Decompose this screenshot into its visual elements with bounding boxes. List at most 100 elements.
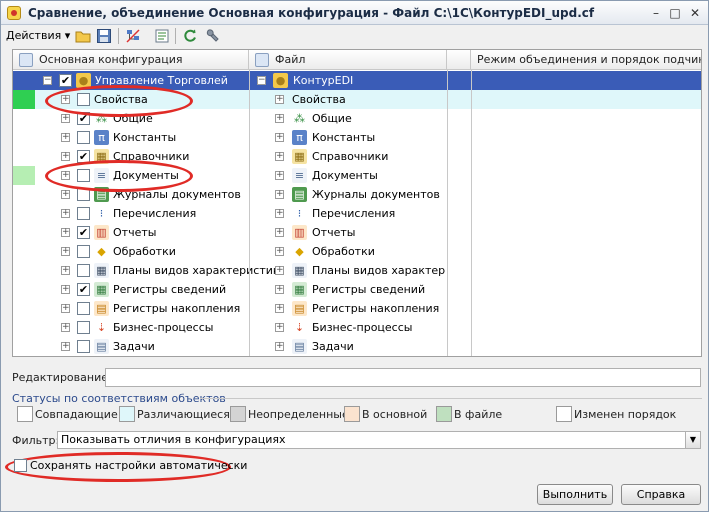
statuses-group-divider [200,398,702,399]
expand-icon[interactable]: + [275,247,284,256]
expand-icon[interactable]: + [275,285,284,294]
column-header-merge-mode[interactable]: Режим объединения и порядок подчиненн... [471,50,701,70]
expand-icon[interactable]: + [275,323,284,332]
row-checkbox[interactable] [77,264,90,277]
file-item-label: КонтурEDI [293,74,354,87]
save-settings-checkbox[interactable] [14,459,27,472]
column-divider [447,70,448,356]
filter-select[interactable]: Показывать отличия в конфигурациях ▼ [57,431,701,449]
main-config-item-label: Планы видов характеристик [113,264,280,277]
expand-icon[interactable]: + [275,266,284,275]
expand-icon[interactable]: + [275,171,284,180]
tree-row[interactable]: + ▤ Задачи + ▤ Задачи [13,337,701,356]
expand-icon[interactable]: + [61,342,70,351]
expand-icon[interactable]: + [61,95,70,104]
comparison-tree[interactable]: Основная конфигурация Файл Режим объедин… [12,49,702,357]
tree-row[interactable]: + ✔ ▦ Справочники + ▦ Справочники [13,147,701,166]
minimize-button[interactable]: – [647,5,665,21]
row-checkbox[interactable] [77,131,90,144]
file-item-label: Документы [312,169,378,182]
expand-icon[interactable]: + [275,133,284,142]
help-button[interactable]: Справка [621,484,701,505]
expand-icon[interactable]: + [61,285,70,294]
execute-button[interactable]: Выполнить [537,484,613,505]
statuses-group-title: Статусы по соответствиям объектов [12,392,226,405]
expand-icon[interactable]: + [61,247,70,256]
data-processors-icon: ◆ [97,245,106,258]
refresh-icon[interactable] [182,28,198,44]
row-checkbox[interactable] [77,207,90,220]
row-checkbox[interactable]: ✔ [77,283,90,296]
maximize-button[interactable]: □ [666,5,684,21]
expand-icon[interactable]: + [61,266,70,275]
expand-icon[interactable]: + [61,228,70,237]
tree-row[interactable]: + ◆ Обработки + ◆ Обработки [13,242,701,261]
tree-row[interactable]: + ✔ ▥ Отчеты + ▥ Отчеты [13,223,701,242]
expand-icon[interactable]: + [61,171,70,180]
tree-row[interactable]: + ≡ Документы + ≡ Документы [13,166,701,185]
expand-icon[interactable]: + [61,323,70,332]
compare-tree-icon[interactable] [125,28,141,44]
expand-icon[interactable]: + [275,95,284,104]
collapse-icon[interactable]: − [43,76,52,85]
row-checkbox[interactable]: ✔ [77,112,90,125]
status-label: Изменен порядок [574,408,677,421]
expand-icon[interactable]: + [275,190,284,199]
row-checkbox[interactable]: ✔ [59,74,72,87]
expand-icon[interactable]: + [61,209,70,218]
save-disk-icon[interactable] [96,28,112,44]
expand-icon[interactable]: + [275,209,284,218]
tree-row[interactable]: + Свойства + Свойства [13,90,701,109]
object-properties-icon[interactable] [154,28,170,44]
tree-row[interactable]: + ✔ ⁂ Общие + ⁂ Общие [13,109,701,128]
document-journals-icon: ▤ [94,187,109,202]
expand-icon[interactable]: + [61,152,70,161]
expand-icon[interactable]: + [275,152,284,161]
tree-row[interactable]: + ▤ Регистры накопления + ▤ Регистры накоплен… [13,299,701,318]
column-header-file[interactable]: Файл [249,50,447,70]
chevron-down-icon[interactable]: ▼ [685,432,700,448]
expand-icon[interactable]: + [275,114,284,123]
expand-icon[interactable]: + [61,190,70,199]
row-checkbox[interactable] [77,302,90,315]
expand-icon[interactable]: + [275,304,284,313]
expand-icon[interactable]: + [275,228,284,237]
row-checkbox[interactable] [77,245,90,258]
collapse-icon[interactable]: − [257,76,266,85]
documents-icon: ≡ [94,168,109,183]
row-checkbox[interactable]: ✔ [77,226,90,239]
file-item-label: Журналы документов [312,188,440,201]
tree-row[interactable]: + ⁝ Перечисления + ⁝ Перечисления [13,204,701,223]
tree-row[interactable]: + ▤ Журналы документов + ▤ Журналы документов [13,185,701,204]
status-marker [13,90,35,109]
row-checkbox[interactable] [77,93,90,106]
editing-field[interactable] [105,368,701,387]
main-config-item-label: Перечисления [113,207,197,220]
status-swatch [119,406,135,422]
row-checkbox[interactable] [77,321,90,334]
actions-menu-button[interactable]: Действия ▾ [6,28,70,44]
expand-icon[interactable]: + [61,304,70,313]
tree-row[interactable]: − ✔ ● Управление Торговлей − ● КонтурEDI [13,71,701,90]
expand-icon[interactable]: + [275,342,284,351]
tasks-icon: ▤ [94,339,109,354]
row-checkbox[interactable] [77,169,90,182]
common-objects-icon: ⁂ [294,112,305,125]
expand-icon[interactable]: + [61,114,70,123]
window-title: Сравнение, объединение Основная конфигур… [28,6,595,20]
row-checkbox[interactable]: ✔ [77,150,90,163]
row-checkbox[interactable] [77,340,90,353]
close-button[interactable]: ✕ [686,5,704,21]
tree-row[interactable]: + ⇣ Бизнес-процессы + ⇣ Бизнес-процессы [13,318,701,337]
tree-row[interactable]: + ✔ ▦ Регистры сведений + ▦ Регистры сведений [13,280,701,299]
tree-row[interactable]: + π Константы + π Константы [13,128,701,147]
title-bar[interactable]: Сравнение, объединение Основная конфигур… [1,1,708,25]
expand-icon[interactable]: + [61,133,70,142]
tree-row[interactable]: + ▦ Планы видов характеристик + ▦ Планы видов… [13,261,701,280]
save-settings-label[interactable]: Сохранять настройки автоматически [30,459,247,472]
column-header-main-config[interactable]: Основная конфигурация [13,50,249,70]
settings-wrench-icon[interactable] [204,28,220,44]
business-processes-icon: ⇣ [96,321,107,334]
open-folder-icon[interactable] [75,28,91,44]
row-checkbox[interactable] [77,188,90,201]
